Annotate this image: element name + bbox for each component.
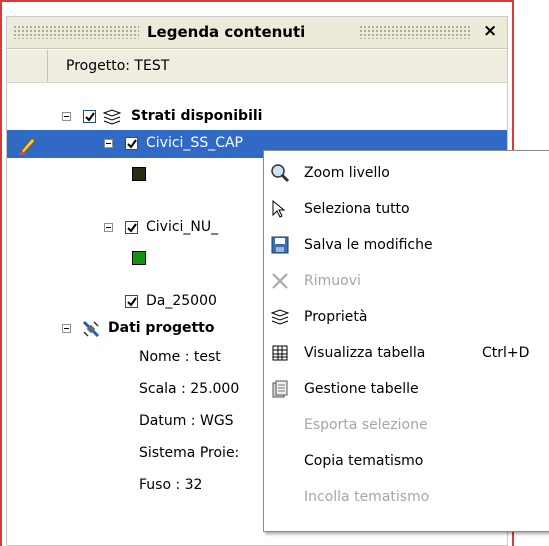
edit-pencil-icon <box>18 137 36 155</box>
zoom-icon <box>271 164 290 183</box>
menu-label: Incolla tematismo <box>304 489 430 505</box>
menu-shortcut: Ctrl+D <box>482 345 530 361</box>
checkbox-da25000[interactable] <box>125 295 138 308</box>
prop-sistema: Sistema Proie: <box>139 445 240 461</box>
color-swatch <box>132 251 146 265</box>
remove-x-icon <box>272 273 288 289</box>
panel-titlebar[interactable]: Legenda contenuti × <box>7 17 507 49</box>
menu-label: Visualizza tabella <box>304 345 426 361</box>
layers-icon <box>102 109 122 125</box>
menu-label: Rimuovi <box>304 273 361 289</box>
prop-datum: Datum : WGS <box>139 413 234 429</box>
collapse-toggle[interactable] <box>62 112 71 121</box>
prop-fuso: Fuso : 32 <box>139 477 203 493</box>
context-menu: Zoom livello Seleziona tutto Salva le mo… <box>263 150 549 532</box>
checkbox-civici-nu[interactable] <box>125 221 138 234</box>
prop-scala: Scala : 25.000 <box>139 381 240 397</box>
panel-title: Legenda contenuti <box>147 23 306 41</box>
checkbox-civici-ss[interactable] <box>125 137 138 150</box>
menu-item-view-table[interactable]: Visualizza tabella Ctrl+D <box>264 339 549 367</box>
checkbox-strati[interactable] <box>83 110 96 123</box>
menu-item-zoom[interactable]: Zoom livello <box>264 159 549 187</box>
layer-label-da25000: Da_25000 <box>146 293 217 309</box>
group-label-strati: Strati disponibili <box>131 108 263 124</box>
menu-item-paste-theme[interactable]: Incolla tematismo <box>264 483 549 511</box>
table-icon <box>272 345 288 361</box>
menu-item-export-selection[interactable]: Esporta selezione <box>264 411 549 439</box>
menu-item-save[interactable]: Salva le modifiche <box>264 231 549 259</box>
collapse-toggle[interactable] <box>104 139 113 148</box>
layers-icon <box>270 309 290 325</box>
menu-label: Esporta selezione <box>304 417 428 433</box>
layer-label-civici-ss: Civici_SS_CAP <box>146 135 243 151</box>
menu-label: Proprietà <box>304 309 368 325</box>
satellite-icon <box>82 320 100 338</box>
close-icon[interactable]: × <box>483 21 497 41</box>
menu-label: Zoom livello <box>304 165 390 181</box>
menu-label: Salva le modifiche <box>304 237 433 253</box>
database-tables-icon <box>272 380 288 398</box>
group-label-dati: Dati progetto <box>108 320 215 336</box>
prop-nome: Nome : test <box>139 349 221 365</box>
color-swatch <box>132 167 146 181</box>
header-separator <box>47 50 48 82</box>
select-cursor-icon <box>272 199 286 218</box>
menu-item-properties[interactable]: Proprietà <box>264 303 549 331</box>
collapse-toggle[interactable] <box>62 324 71 333</box>
project-label: Progetto: TEST <box>66 58 170 74</box>
menu-item-remove[interactable]: Rimuovi <box>264 267 549 295</box>
menu-item-select-all[interactable]: Seleziona tutto <box>264 195 549 223</box>
project-header: Progetto: TEST <box>7 50 507 83</box>
menu-label: Gestione tabelle <box>304 381 419 397</box>
collapse-toggle[interactable] <box>104 223 113 232</box>
tree-group-strati[interactable]: Strati disponibili <box>7 103 507 131</box>
save-disk-icon <box>271 236 289 254</box>
grip-right <box>359 25 471 39</box>
menu-item-manage-tables[interactable]: Gestione tabelle <box>264 375 549 403</box>
grip-left <box>13 25 139 39</box>
menu-item-copy-theme[interactable]: Copia tematismo <box>264 447 549 475</box>
menu-label: Seleziona tutto <box>304 201 410 217</box>
layer-label-civici-nu: Civici_NU_ <box>146 219 219 235</box>
menu-label: Copia tematismo <box>304 453 424 469</box>
